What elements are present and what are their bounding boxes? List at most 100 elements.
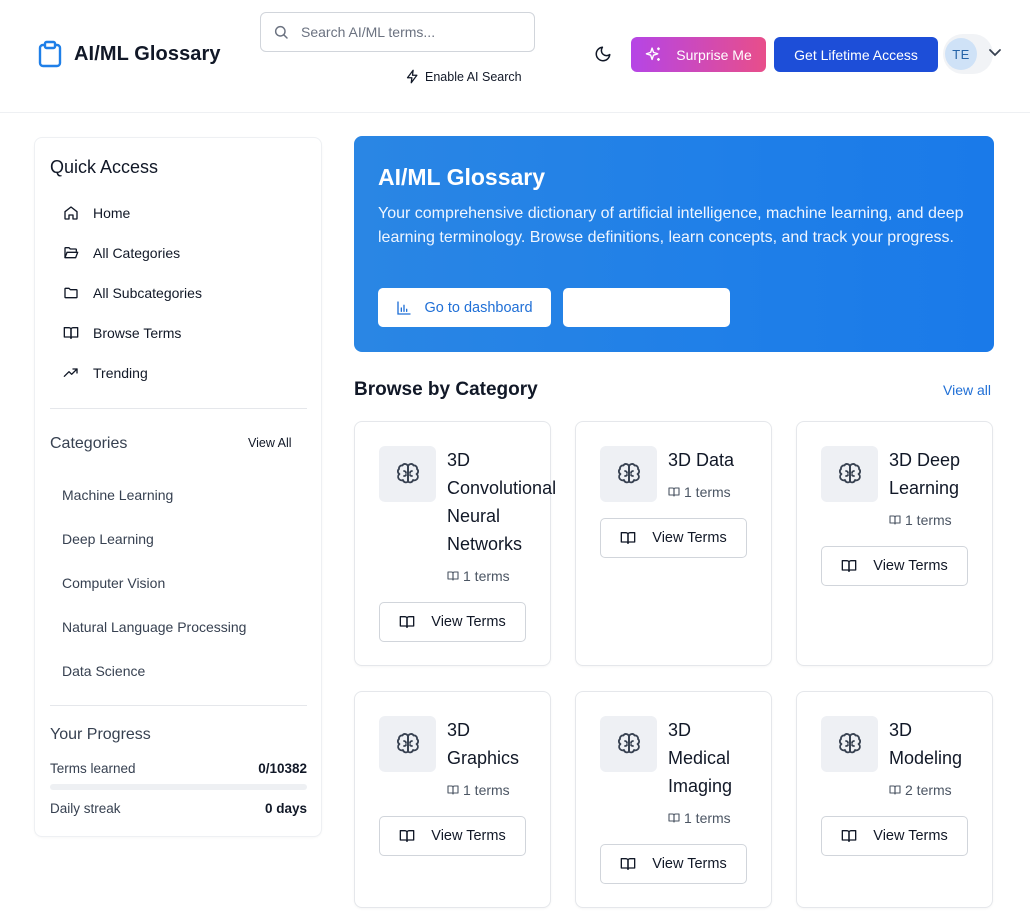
- brain-icon: [379, 446, 436, 502]
- book-open-icon: [841, 830, 857, 842]
- view-terms-label: View Terms: [652, 856, 727, 872]
- folder-icon: [64, 287, 78, 299]
- sidebar-item-label: Browse Terms: [93, 325, 182, 341]
- home-icon: [64, 206, 78, 220]
- term-count: 1 terms: [889, 512, 952, 528]
- categories-view-all-link[interactable]: View All: [248, 436, 292, 450]
- sidebar-item-label: Home: [93, 205, 131, 221]
- category-name: 3D Deep Learning: [889, 450, 961, 498]
- sidebar-item-all-categories[interactable]: All Categories: [51, 237, 307, 269]
- surprise-me-label: Surprise Me: [676, 46, 752, 63]
- enable-ai-search-button[interactable]: Enable AI Search: [405, 69, 522, 84]
- search-box[interactable]: [260, 12, 535, 52]
- user-menu[interactable]: TE: [943, 34, 993, 74]
- category-card[interactable]: 3D Modeling 2 terms View Terms: [796, 691, 993, 908]
- moon-icon[interactable]: [594, 45, 612, 63]
- category-link[interactable]: Data Science: [62, 663, 145, 679]
- term-count: 1 terms: [447, 782, 510, 798]
- search-input[interactable]: [301, 24, 521, 40]
- term-count: 2 terms: [889, 782, 952, 798]
- avatar: TE: [945, 38, 977, 70]
- sidebar-divider: [50, 705, 307, 706]
- view-terms-label: View Terms: [431, 614, 506, 630]
- go-to-dashboard-label: Go to dashboard: [424, 299, 533, 316]
- hero-title: AI/ML Glossary: [378, 164, 546, 190]
- term-count: 1 terms: [668, 810, 731, 826]
- book-open-icon: [668, 487, 680, 497]
- daily-streak-label: Daily streak: [50, 801, 121, 816]
- sidebar-item-label: Trending: [93, 365, 148, 381]
- view-terms-button[interactable]: View Terms: [821, 546, 968, 586]
- book-open-icon: [841, 560, 857, 572]
- browse-view-all-link[interactable]: View all: [943, 382, 991, 398]
- brain-icon: [600, 446, 657, 502]
- category-link[interactable]: Computer Vision: [62, 575, 165, 591]
- category-name: 3D Medical Imaging: [668, 720, 733, 796]
- view-terms-label: View Terms: [873, 558, 948, 574]
- brain-icon: [821, 716, 878, 772]
- sparkles-icon: [645, 47, 661, 61]
- book-open-icon: [889, 785, 901, 795]
- book-open-icon: [620, 858, 636, 870]
- view-terms-button[interactable]: View Terms: [379, 816, 526, 856]
- category-card[interactable]: 3D Deep Learning 1 terms View Terms: [796, 421, 993, 666]
- clipboard-icon: [38, 40, 62, 68]
- category-name: 3D Modeling: [889, 720, 963, 768]
- view-terms-button[interactable]: View Terms: [600, 844, 747, 884]
- lightning-icon: [406, 69, 418, 84]
- search-icon: [274, 25, 288, 39]
- category-name: 3D Graphics: [447, 720, 520, 768]
- hero-secondary-button[interactable]: [563, 288, 730, 327]
- category-card[interactable]: 3D Medical Imaging 1 terms View Terms: [575, 691, 772, 908]
- surprise-me-button[interactable]: Surprise Me: [631, 37, 766, 72]
- lifetime-access-button[interactable]: Get Lifetime Access: [774, 37, 938, 72]
- terms-progress-bar: [50, 784, 307, 790]
- category-name: 3D Convolutional Neural Networks: [447, 450, 557, 554]
- term-count-label: 1 terms: [463, 568, 510, 584]
- enable-ai-search-label: Enable AI Search: [425, 69, 522, 84]
- book-open-icon: [63, 327, 79, 339]
- book-open-icon: [889, 515, 901, 525]
- view-terms-label: View Terms: [873, 828, 948, 844]
- folder-open-icon: [64, 247, 79, 259]
- term-count-label: 2 terms: [905, 782, 952, 798]
- category-card[interactable]: 3D Convolutional Neural Networks 1 terms…: [354, 421, 556, 666]
- browse-by-category-title: Browse by Category: [354, 379, 538, 400]
- sidebar-divider: [50, 408, 307, 409]
- sidebar-item-all-subcategories[interactable]: All Subcategories: [51, 277, 307, 309]
- brain-icon: [600, 716, 657, 772]
- view-terms-button[interactable]: View Terms: [379, 602, 526, 642]
- category-card[interactable]: 3D Data 1 terms View Terms: [575, 421, 772, 666]
- term-count-label: 1 terms: [684, 484, 731, 500]
- category-link[interactable]: Machine Learning: [62, 487, 173, 503]
- daily-streak-row: Daily streak 0 days: [50, 801, 307, 816]
- view-terms-button[interactable]: View Terms: [821, 816, 968, 856]
- categories-title: Categories: [50, 435, 128, 452]
- view-terms-label: View Terms: [431, 828, 506, 844]
- book-open-icon: [620, 532, 636, 544]
- term-count: 1 terms: [447, 568, 510, 584]
- app-logo[interactable]: AI/ML Glossary: [38, 40, 221, 68]
- hero-description: Your comprehensive dictionary of artific…: [378, 205, 964, 246]
- quick-access-title: Quick Access: [50, 157, 159, 177]
- sidebar-item-home[interactable]: Home: [51, 197, 307, 229]
- go-to-dashboard-button[interactable]: Go to dashboard: [378, 288, 551, 327]
- book-open-icon: [447, 571, 459, 581]
- term-count-label: 1 terms: [905, 512, 952, 528]
- book-open-icon: [447, 785, 459, 795]
- top-header: AI/ML Glossary Enable AI Search Surprise…: [0, 0, 1030, 113]
- hero-banner: AI/ML Glossary Your comprehensive dictio…: [354, 136, 994, 352]
- sidebar-item-label: All Subcategories: [93, 285, 202, 301]
- category-link[interactable]: Natural Language Processing: [62, 619, 246, 635]
- category-name: 3D Data: [668, 450, 735, 470]
- sidebar-item-browse-terms[interactable]: Browse Terms: [51, 317, 307, 349]
- category-link[interactable]: Deep Learning: [62, 531, 154, 547]
- book-open-icon: [668, 813, 680, 823]
- terms-learned-label: Terms learned: [50, 761, 136, 776]
- category-card[interactable]: 3D Graphics 1 terms View Terms: [354, 691, 551, 908]
- lifetime-access-label: Get Lifetime Access: [794, 46, 918, 63]
- chevron-down-icon[interactable]: [988, 48, 1002, 58]
- view-terms-label: View Terms: [652, 530, 727, 546]
- view-terms-button[interactable]: View Terms: [600, 518, 747, 558]
- sidebar-item-trending[interactable]: Trending: [51, 357, 307, 389]
